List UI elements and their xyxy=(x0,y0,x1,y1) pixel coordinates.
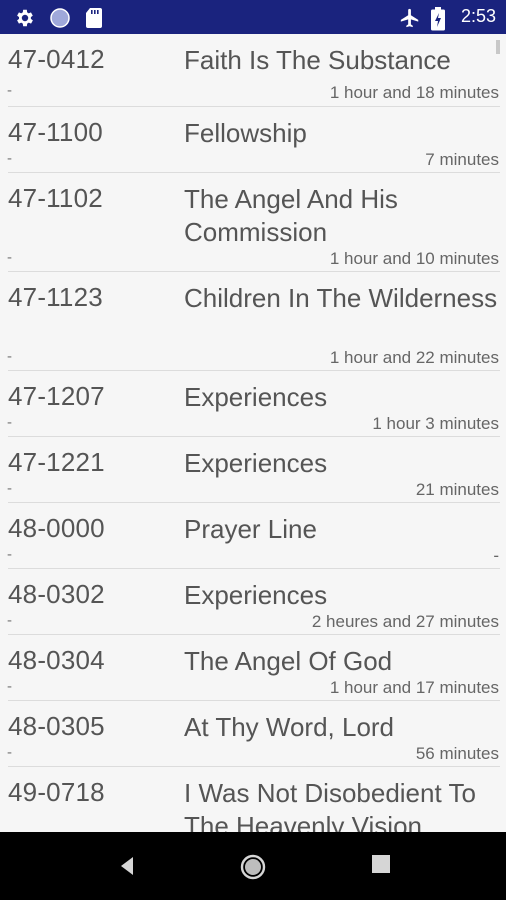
sermon-duration: - xyxy=(493,546,499,565)
sermon-dash: - xyxy=(7,678,12,695)
sermon-duration: 1 hour and 18 minutes xyxy=(329,83,499,102)
list-item[interactable]: 49-0718 I Was Not Disobedient To The Hea… xyxy=(0,767,506,832)
sermon-duration: 1 hour 3 minutes xyxy=(372,414,499,433)
sermon-list[interactable]: 47-0412 Faith Is The Substance - 1 hour … xyxy=(0,34,506,832)
sermon-title: The Angel Of God xyxy=(184,646,393,676)
sermon-code: 47-0412 xyxy=(8,44,105,74)
sermon-title: I Was Not Disobedient To The Heavenly Vi… xyxy=(184,778,476,832)
list-item[interactable]: 48-0305 At Thy Word, Lord - 56 minutes xyxy=(0,701,506,767)
sermon-title: Faith Is The Substance xyxy=(184,45,451,75)
sermon-dash: - xyxy=(7,348,12,365)
sermon-dash: - xyxy=(7,546,12,563)
sermon-code: 48-0305 xyxy=(8,711,105,741)
sermon-title: Children In The Wilderness xyxy=(184,283,498,313)
sermon-duration: 56 minutes xyxy=(415,744,499,763)
list-item[interactable]: 47-1221 Experiences - 21 minutes xyxy=(0,437,506,503)
sermon-duration: 1 hour and 22 minutes xyxy=(329,348,499,367)
home-icon[interactable] xyxy=(240,854,266,880)
sermon-code: 49-0718 xyxy=(8,777,105,807)
recents-icon[interactable] xyxy=(371,854,391,874)
sermon-title: The Angel And His Commission xyxy=(184,184,398,247)
back-icon[interactable] xyxy=(115,854,139,878)
sermon-dash: - xyxy=(7,150,12,167)
sermon-code: 48-0000 xyxy=(8,513,105,543)
list-item[interactable]: 47-1123 Children In The Wilderness - 1 h… xyxy=(0,272,506,371)
sermon-title: Experiences xyxy=(184,448,328,478)
list-item[interactable]: 47-1207 Experiences - 1 hour 3 minutes xyxy=(0,371,506,437)
sermon-duration: 1 hour and 17 minutes xyxy=(329,678,499,697)
sermon-code: 47-1221 xyxy=(8,447,105,477)
sermon-code: 47-1123 xyxy=(8,282,103,312)
list-item[interactable]: 47-0412 Faith Is The Substance - 1 hour … xyxy=(0,34,506,107)
sermon-code: 47-1102 xyxy=(8,183,103,213)
status-bar: 2:53 xyxy=(0,0,506,34)
sermon-title: Fellowship xyxy=(184,118,307,148)
sermon-dash: - xyxy=(7,414,12,431)
sermon-dash: - xyxy=(7,480,12,497)
sermon-title: Prayer Line xyxy=(184,514,317,544)
sermon-duration: 7 minutes xyxy=(425,150,499,169)
list-item[interactable]: 48-0000 Prayer Line - - xyxy=(0,503,506,569)
sermon-code: 47-1100 xyxy=(8,117,103,147)
sermon-title: Experiences xyxy=(184,382,328,412)
list-item[interactable]: 47-1100 Fellowship - 7 minutes xyxy=(0,107,506,173)
airplane-icon xyxy=(400,8,419,28)
sermon-duration: 2 heures and 27 minutes xyxy=(311,612,499,631)
list-item[interactable]: 48-0304 The Angel Of God - 1 hour and 17… xyxy=(0,635,506,701)
sermon-code: 48-0302 xyxy=(8,579,105,609)
sermon-dash: - xyxy=(7,612,12,629)
sermon-dash: - xyxy=(7,82,12,99)
circle-icon xyxy=(50,8,70,28)
status-time: 2:53 xyxy=(460,6,496,26)
sermon-code: 48-0304 xyxy=(8,645,105,675)
sermon-dash: - xyxy=(7,249,12,266)
navigation-bar xyxy=(0,832,506,900)
list-item[interactable]: 47-1102 The Angel And His Commission - 1… xyxy=(0,173,506,272)
list-item[interactable]: 48-0302 Experiences - 2 heures and 27 mi… xyxy=(0,569,506,635)
sd-card-icon xyxy=(86,8,102,28)
gear-icon xyxy=(17,9,33,27)
sermon-code: 47-1207 xyxy=(8,381,105,411)
sermon-duration: 1 hour and 10 minutes xyxy=(329,249,499,268)
sermon-title: At Thy Word, Lord xyxy=(184,712,395,742)
sermon-duration: 21 minutes xyxy=(415,480,499,499)
sermon-dash: - xyxy=(7,744,12,761)
sermon-title: Experiences xyxy=(184,580,328,610)
battery-icon xyxy=(431,7,445,31)
